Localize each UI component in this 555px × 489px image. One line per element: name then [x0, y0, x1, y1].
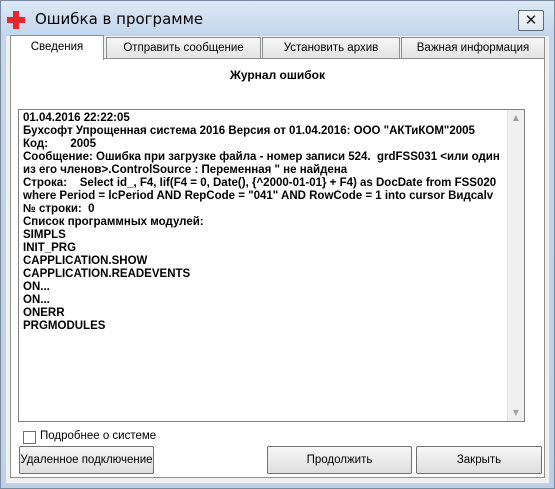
remote-connection-button[interactable]: Удаленное подключение: [19, 446, 154, 474]
close-button[interactable]: Закрыть: [416, 446, 542, 474]
window-title: Ошибка в программе: [35, 10, 204, 28]
log-scrollbar[interactable]: ▲ ▼: [507, 110, 524, 421]
red-cross-icon: [7, 11, 25, 29]
continue-button[interactable]: Продолжить: [267, 446, 412, 474]
close-window-button[interactable]: ✕: [518, 10, 544, 31]
scroll-down-arrow-icon[interactable]: ▼: [508, 405, 524, 421]
tab-details[interactable]: Сведения: [10, 35, 104, 60]
error-log-textbox[interactable]: 01.04.2016 22:22:05 Бухсофт Упрощенная с…: [18, 109, 525, 422]
tab-send-message[interactable]: Отправить сообщение: [106, 37, 261, 58]
error-log-heading: Журнал ошибок: [229, 68, 326, 82]
system-details-checkbox[interactable]: [23, 431, 36, 444]
scroll-up-arrow-icon[interactable]: ▲: [508, 110, 524, 126]
dialog-client-area: Сведения Отправить сообщение Установить …: [5, 35, 550, 484]
tab-important-info[interactable]: Важная информация: [401, 37, 545, 58]
tab-strip: Сведения Отправить сообщение Установить …: [10, 35, 546, 60]
tab-install-archive[interactable]: Установить архив: [262, 37, 400, 58]
error-dialog-window: Ошибка в программе ✕ Сведения Отправить …: [0, 0, 555, 489]
details-tab-pane: Журнал ошибок 01.04.2016 22:22:05 Бухсоф…: [10, 58, 545, 478]
close-icon: ✕: [524, 11, 538, 29]
system-details-label[interactable]: Подробнее о системе: [40, 430, 156, 442]
title-bar[interactable]: Ошибка в программе ✕: [1, 1, 554, 37]
error-log-content: 01.04.2016 22:22:05 Бухсофт Упрощенная с…: [23, 112, 500, 332]
